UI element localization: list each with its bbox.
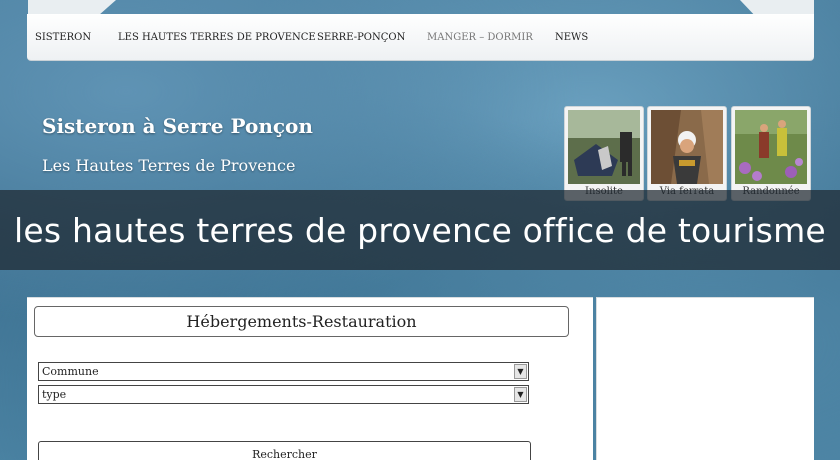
thumbnail-randonnee[interactable]: Randonnée bbox=[731, 106, 811, 201]
thumbnail-via-ferrata[interactable]: Via ferrata bbox=[647, 106, 727, 201]
top-tab-left bbox=[28, 0, 116, 14]
content-side-panel bbox=[596, 297, 814, 460]
search-button[interactable]: Rechercher bbox=[38, 441, 531, 460]
site-subtitle: Les Hautes Terres de Provence bbox=[42, 156, 296, 175]
type-select-value: type bbox=[42, 388, 67, 401]
site-title[interactable]: Sisteron à Serre Ponçon bbox=[42, 114, 313, 138]
nav-item-news[interactable]: NEWS bbox=[555, 32, 588, 43]
via-ferrata-photo bbox=[651, 110, 723, 184]
insolite-photo bbox=[568, 110, 640, 184]
commune-select-value: Commune bbox=[42, 365, 99, 378]
top-tab-right bbox=[740, 0, 814, 14]
chevron-down-icon[interactable]: ▼ bbox=[514, 387, 527, 402]
banner-text: les hautes terres de provence office de … bbox=[14, 210, 826, 250]
nav-item-hautes-terres[interactable]: LES HAUTES TERRES DE PROVENCE bbox=[118, 32, 316, 43]
commune-select[interactable]: Commune ▼ bbox=[38, 362, 529, 381]
thumbnail-insolite[interactable]: Insolite bbox=[564, 106, 644, 201]
nav-item-manger-dormir[interactable]: MANGER – DORMIR bbox=[427, 32, 533, 43]
title-banner: les hautes terres de provence office de … bbox=[0, 190, 840, 270]
section-title: Hébergements-Restauration bbox=[34, 306, 569, 337]
main-navigation: SISTERON LES HAUTES TERRES DE PROVENCE S… bbox=[27, 14, 814, 61]
nav-item-sisteron[interactable]: SISTERON bbox=[35, 32, 91, 43]
randonnee-photo bbox=[735, 110, 807, 184]
chevron-down-icon[interactable]: ▼ bbox=[514, 364, 527, 379]
nav-item-serre-poncon[interactable]: SERRE-PONÇON bbox=[317, 32, 405, 43]
type-select[interactable]: type ▼ bbox=[38, 385, 529, 404]
